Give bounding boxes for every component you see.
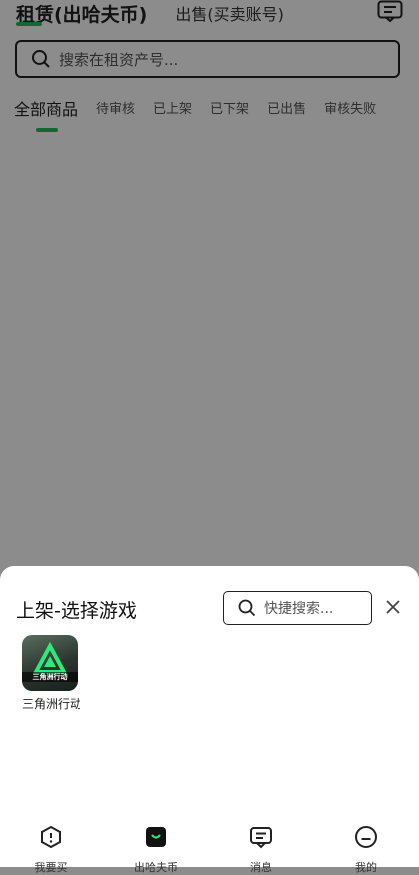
search-icon (238, 599, 256, 617)
quick-search-input[interactable]: 快捷搜索... (223, 591, 372, 625)
sheet-title: 上架-选择游戏 (16, 600, 137, 622)
nav-sell[interactable]: 出哈夫币 (121, 825, 191, 875)
nav-sell-label: 出哈夫币 (134, 861, 178, 874)
message-icon (250, 827, 272, 849)
game-logo-text: 三角洲行动 (22, 672, 78, 682)
profile-icon (355, 826, 377, 848)
nav-messages-label: 消息 (250, 861, 272, 874)
quick-search-placeholder: 快捷搜索... (264, 601, 334, 617)
buy-icon (41, 825, 61, 849)
nav-profile-label: 我的 (355, 861, 377, 874)
sell-icon (146, 827, 166, 847)
game-logo-icon: 三角洲行动 (22, 635, 78, 691)
game-name: 三角洲行动 (22, 697, 80, 711)
nav-profile[interactable]: 我的 (331, 825, 401, 875)
game-item[interactable]: 三角洲行动 三角洲行动 (22, 635, 82, 712)
nav-buy[interactable]: 我要买 (16, 825, 86, 875)
nav-buy-label: 我要买 (34, 861, 68, 874)
close-icon[interactable] (384, 598, 402, 616)
bottom-nav: 我要买 出哈夫币 消息 我的 (0, 825, 419, 874)
nav-messages[interactable]: 消息 (226, 825, 296, 875)
